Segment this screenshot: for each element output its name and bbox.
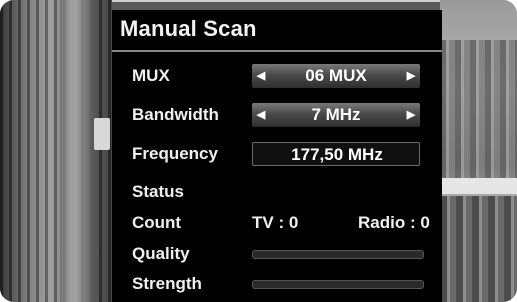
strength-bar: [252, 280, 424, 289]
frequency-label: Frequency: [132, 144, 218, 163]
strength-label: Strength: [132, 274, 202, 293]
manual-scan-panel: Manual Scan MUX ◀ 06 MUX ▶ Bandwidth ◀ 7…: [112, 10, 442, 302]
tv-screen: Manual Scan MUX ◀ 06 MUX ▶ Bandwidth ◀ 7…: [0, 0, 517, 302]
bandwidth-selector[interactable]: ◀ 7 MHz ▶: [252, 103, 420, 127]
quality-bar: [252, 250, 424, 259]
right-arrow-icon[interactable]: ▶: [404, 103, 418, 127]
background-left-scene: [0, 0, 112, 302]
background-bookshelf: [440, 0, 517, 302]
background-shelf: [440, 178, 517, 194]
bandwidth-value: 7 MHz: [311, 105, 361, 124]
tv-count: TV : 0: [252, 213, 299, 232]
bandwidth-label: Bandwidth: [132, 105, 219, 124]
mux-value: 06 MUX: [305, 66, 367, 85]
count-label: Count: [132, 213, 182, 232]
status-label: Status: [132, 182, 184, 201]
mux-selector[interactable]: ◀ 06 MUX ▶: [252, 64, 420, 88]
frequency-value: 177,50 MHz: [291, 145, 383, 164]
right-arrow-icon[interactable]: ▶: [404, 64, 418, 88]
radio-count: Radio : 0: [358, 213, 430, 232]
panel-title: Manual Scan: [120, 16, 257, 41]
frequency-field[interactable]: 177,50 MHz: [252, 142, 420, 166]
background-fixture: [94, 118, 110, 150]
mux-label: MUX: [132, 66, 170, 85]
quality-label: Quality: [132, 244, 190, 263]
title-divider: [112, 50, 442, 52]
background-post: [60, 0, 94, 302]
background-books-top: [440, 40, 517, 180]
background-books-bottom: [440, 196, 517, 302]
